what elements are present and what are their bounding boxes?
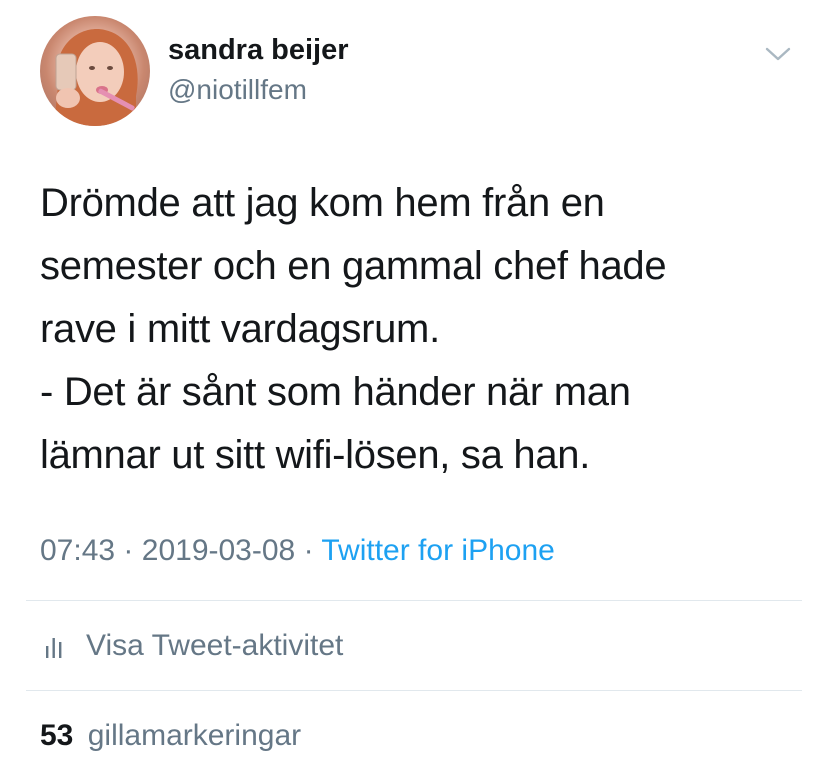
tweet-activity-label: Visa Tweet-aktivitet [86,629,344,662]
tweet-text-line: rave i mitt vardagsrum. [40,307,440,351]
tweet-time[interactable]: 07:43 [40,534,115,567]
user-handle[interactable]: @niotillfem [168,72,349,108]
tweet-text-line: - Det är sånt som händer när man [40,370,631,414]
tweet-date[interactable]: 2019-03-08 [142,534,295,567]
tweet-detail: sandra beijer @niotillfem Drömde att jag… [0,0,828,778]
author-block[interactable]: sandra beijer @niotillfem [168,32,349,108]
tweet-source-link[interactable]: Twitter for iPhone [321,534,554,567]
tweet-text: Drömde att jag kom hem från en semester … [40,172,800,487]
bar-chart-icon [46,638,62,658]
display-name[interactable]: sandra beijer [168,32,349,68]
tweet-activity-button[interactable]: Visa Tweet-aktivitet [44,628,343,664]
avatar[interactable] [40,16,150,126]
tweet-text-line: Drömde att jag kom hem från en [40,181,605,225]
divider [26,600,802,601]
likes-count: 53 [40,719,74,752]
tweet-text-line: semester och en gammal chef hade [40,244,667,288]
tweet-meta: 07:43 · 2019-03-08 · Twitter for iPhone [40,533,555,569]
likes-label: gillamarkeringar [87,719,302,752]
likes-link[interactable]: 53 gillamarkeringar [40,718,301,754]
meta-separator: · [303,534,314,567]
chevron-down-icon[interactable] [762,40,794,68]
tweet-text-line: lämnar ut sitt wifi-lösen, sa han. [40,433,591,477]
divider [26,690,802,691]
meta-separator: · [123,534,134,567]
